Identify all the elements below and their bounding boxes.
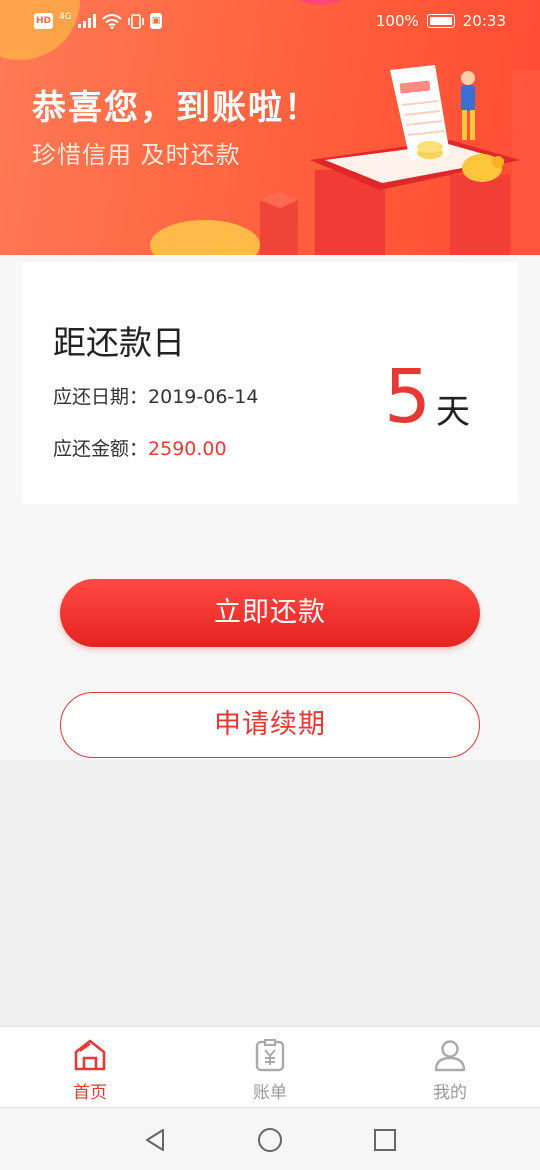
network-label: 4G	[59, 12, 72, 22]
header-banner: HD 4G ▣ 100% 20:33 恭喜您，到账啦！ 珍惜信用 及时还款	[0, 0, 540, 255]
decorative-blob	[150, 220, 260, 255]
days-unit: 天	[436, 392, 470, 432]
recents-icon[interactable]	[372, 1127, 398, 1153]
vibrate-icon	[127, 13, 144, 29]
bill-icon	[255, 1039, 285, 1072]
home-icon	[74, 1039, 106, 1071]
home-nav-icon[interactable]	[257, 1127, 283, 1153]
tab-home-label: 首页	[73, 1083, 107, 1103]
battery-icon	[426, 14, 455, 28]
apply-renewal-button[interactable]: 申请续期	[60, 692, 480, 758]
tab-profile-label: 我的	[433, 1083, 467, 1103]
phone-money-illustration	[260, 65, 540, 255]
due-date-label: 应还日期：	[53, 386, 149, 408]
days-remaining: 5	[384, 354, 432, 440]
app-notification-icon: ▣	[149, 13, 163, 29]
signal-icon	[77, 14, 96, 28]
system-nav-bar	[0, 1107, 540, 1170]
amount-value: 2590.00	[148, 438, 227, 460]
repayment-card: 距还款日 应还日期：2019-06-14 应还金额：2590.00 5 天	[22, 262, 518, 504]
tab-bills[interactable]: 账单	[180, 1027, 360, 1108]
hd-icon: HD	[34, 13, 54, 29]
battery-percent: 100%	[375, 12, 419, 30]
bottom-tab-bar: 首页 账单 我的	[0, 1026, 540, 1107]
profile-icon	[434, 1040, 466, 1072]
tab-bills-label: 账单	[253, 1083, 287, 1103]
tab-home[interactable]: 首页	[0, 1027, 180, 1108]
tab-profile[interactable]: 我的	[360, 1027, 540, 1108]
card-title: 距还款日	[53, 323, 185, 362]
status-bar: HD 4G ▣ 100% 20:33	[0, 0, 540, 44]
clock: 20:33	[462, 12, 506, 30]
back-icon[interactable]	[142, 1127, 168, 1153]
wifi-icon	[102, 13, 122, 29]
due-date-value: 2019-06-14	[148, 386, 259, 408]
repay-now-button[interactable]: 立即还款	[60, 579, 480, 647]
amount-row: 应还金额：2590.00	[53, 434, 227, 461]
banner-subtitle: 珍惜信用 及时还款	[32, 141, 241, 169]
due-date-row: 应还日期：2019-06-14	[53, 382, 258, 409]
amount-label: 应还金额：	[53, 438, 149, 460]
